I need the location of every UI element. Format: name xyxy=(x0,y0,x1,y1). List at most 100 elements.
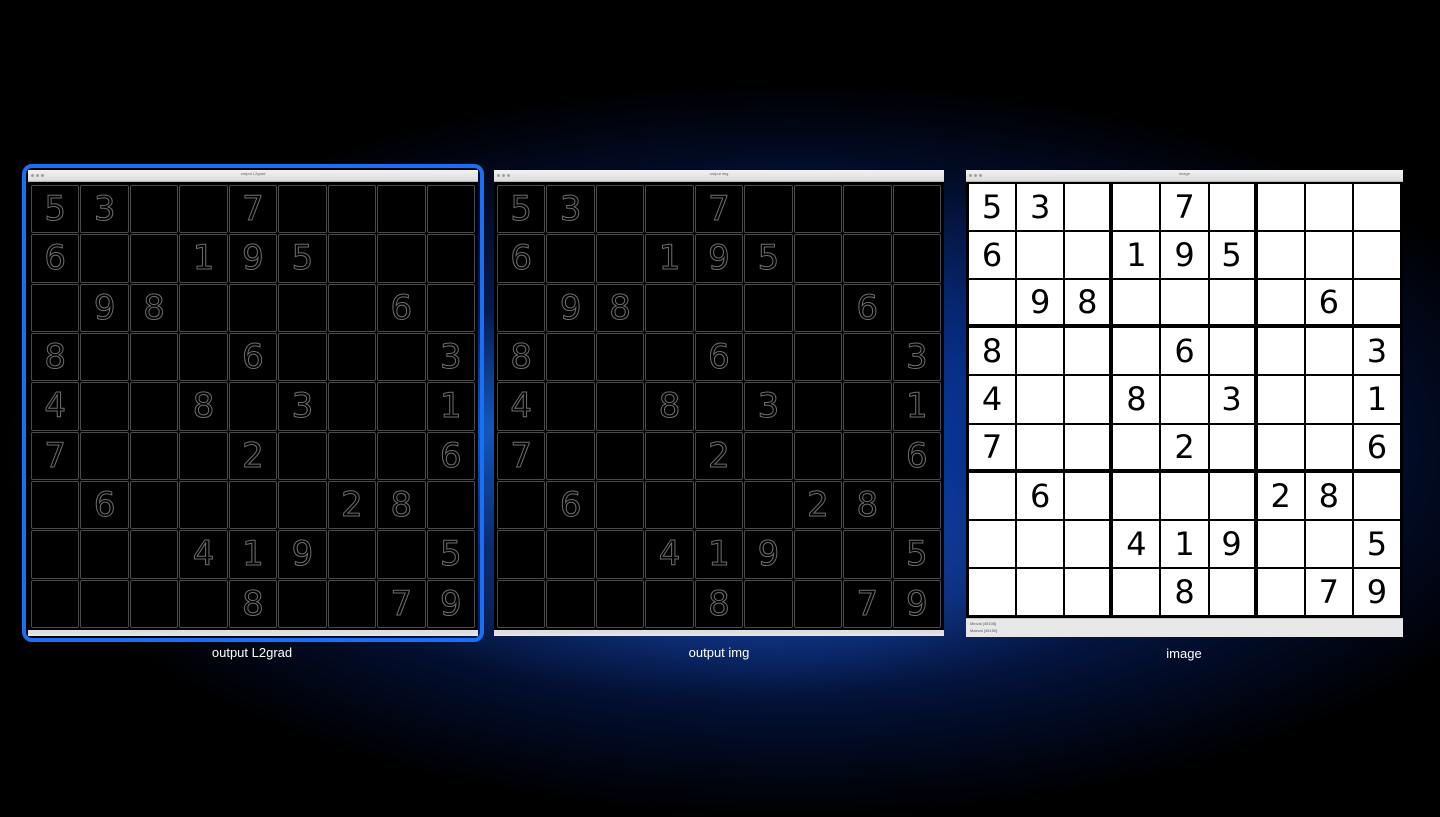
sudoku-cell: 6 xyxy=(228,332,278,382)
sudoku-cell xyxy=(595,382,645,431)
sudoku-cell xyxy=(129,480,179,530)
sudoku-cell xyxy=(595,332,645,382)
sudoku-cell xyxy=(595,185,645,234)
sudoku-cell xyxy=(694,382,744,431)
sudoku-cell: 1 xyxy=(228,530,278,579)
sudoku-cell xyxy=(129,382,179,431)
sudoku-cell xyxy=(179,431,228,480)
sudoku-cell xyxy=(80,530,129,579)
sudoku-cell xyxy=(546,579,595,628)
sudoku-cell: 6 xyxy=(969,232,1016,279)
sudoku-cell: 1 xyxy=(694,530,744,579)
sudoku-cell: 8 xyxy=(377,480,426,530)
sudoku-grid: 537619598686348317266284195879 xyxy=(31,185,475,628)
sudoku-cell xyxy=(377,382,426,431)
sudoku-cell xyxy=(1065,424,1110,469)
sudoku-cell: 1 xyxy=(426,382,475,431)
sudoku-cell xyxy=(843,382,892,431)
sudoku-cell xyxy=(377,185,426,234)
sudoku-cell xyxy=(1209,184,1254,231)
sudoku-cell xyxy=(80,382,129,431)
sudoku-cell xyxy=(1209,472,1254,519)
sudoku-cell: 1 xyxy=(645,234,694,283)
window-caption: image xyxy=(1166,646,1202,661)
sudoku-cell xyxy=(278,480,327,530)
sudoku-cell xyxy=(80,431,129,480)
sudoku-cell xyxy=(546,234,595,283)
sudoku-cell xyxy=(377,332,426,382)
sudoku-cell xyxy=(645,185,694,234)
window-output-img[interactable]: output img 53761959868634831726628419587… xyxy=(494,170,944,636)
sudoku-cell xyxy=(327,283,377,332)
window-image[interactable]: image 537619598686348317266284195879 Min… xyxy=(966,170,1403,637)
sudoku-cell xyxy=(31,283,80,332)
sudoku-cell: 9 xyxy=(892,579,941,628)
window-titlebar[interactable]: output L2grad xyxy=(28,170,478,182)
sudoku-cell: 8 xyxy=(1065,280,1110,325)
sudoku-cell: 8 xyxy=(1161,568,1208,615)
sudoku-cell: 3 xyxy=(426,332,475,382)
sudoku-cell xyxy=(327,382,377,431)
sudoku-cell xyxy=(426,480,475,530)
sudoku-cell xyxy=(327,332,377,382)
sudoku-cell xyxy=(843,332,892,382)
sudoku-cell xyxy=(377,530,426,579)
sudoku-cell xyxy=(793,283,843,332)
sudoku-cell xyxy=(694,480,744,530)
sudoku-cell xyxy=(1065,184,1110,231)
sudoku-cell: 9 xyxy=(1209,520,1254,567)
sudoku-cell xyxy=(793,431,843,480)
sudoku-cell xyxy=(327,579,377,628)
sudoku-grid: 537619598686348317266284195879 xyxy=(497,185,941,628)
sudoku-cell xyxy=(278,431,327,480)
sudoku-cell xyxy=(1257,568,1304,615)
sudoku-cell xyxy=(129,530,179,579)
sudoku-cell xyxy=(1353,280,1400,325)
sudoku-cell: 4 xyxy=(969,376,1016,423)
sudoku-cell xyxy=(377,431,426,480)
sudoku-cell: 8 xyxy=(969,328,1016,375)
sudoku-cell xyxy=(1209,424,1254,469)
sudoku-cell: 6 xyxy=(377,283,426,332)
sudoku-cell: 5 xyxy=(278,234,327,283)
window-title: image xyxy=(1179,171,1190,176)
sudoku-cell: 8 xyxy=(1305,472,1352,519)
sudoku-cell xyxy=(1305,184,1352,231)
sudoku-cell: 7 xyxy=(969,424,1016,469)
sudoku-cell xyxy=(1353,232,1400,279)
sudoku-cell: 9 xyxy=(80,283,129,332)
sudoku-cell: 6 xyxy=(694,332,744,382)
sudoku-cell: 7 xyxy=(377,579,426,628)
sudoku-cell xyxy=(843,530,892,579)
window-caption: output img xyxy=(688,645,750,660)
sudoku-cell: 3 xyxy=(546,185,595,234)
sudoku-cell: 5 xyxy=(1353,520,1400,567)
window-titlebar[interactable]: output img xyxy=(494,170,944,182)
canvas: 537619598686348317266284195879 xyxy=(28,182,478,630)
sudoku-cell xyxy=(645,579,694,628)
sudoku-cell xyxy=(546,382,595,431)
sudoku-cell xyxy=(595,480,645,530)
status-bar: Minval [45108] Maxval [45150] xyxy=(966,618,1403,637)
sudoku-cell xyxy=(793,382,843,431)
sudoku-cell: 5 xyxy=(744,234,793,283)
status-minval: Minval [45108] xyxy=(970,621,997,626)
sudoku-cell xyxy=(744,185,793,234)
sudoku-cell: 3 xyxy=(278,382,327,431)
sudoku-cell: 8 xyxy=(497,332,546,382)
window-titlebar[interactable]: image xyxy=(966,170,1403,182)
sudoku-cell xyxy=(129,579,179,628)
sudoku-cell xyxy=(843,185,892,234)
sudoku-cell xyxy=(129,332,179,382)
window-output-l2grad[interactable]: output L2grad 53761959868634831726628419… xyxy=(28,170,478,636)
sudoku-cell: 9 xyxy=(694,234,744,283)
sudoku-cell: 4 xyxy=(31,382,80,431)
sudoku-cell: 6 xyxy=(80,480,129,530)
sudoku-cell: 4 xyxy=(1113,520,1160,567)
sudoku-cell: 6 xyxy=(892,431,941,480)
sudoku-cell xyxy=(497,283,546,332)
sudoku-cell: 2 xyxy=(1257,472,1304,519)
sudoku-cell: 6 xyxy=(1353,424,1400,469)
sudoku-cell xyxy=(1257,280,1304,325)
sudoku-cell: 5 xyxy=(31,185,80,234)
